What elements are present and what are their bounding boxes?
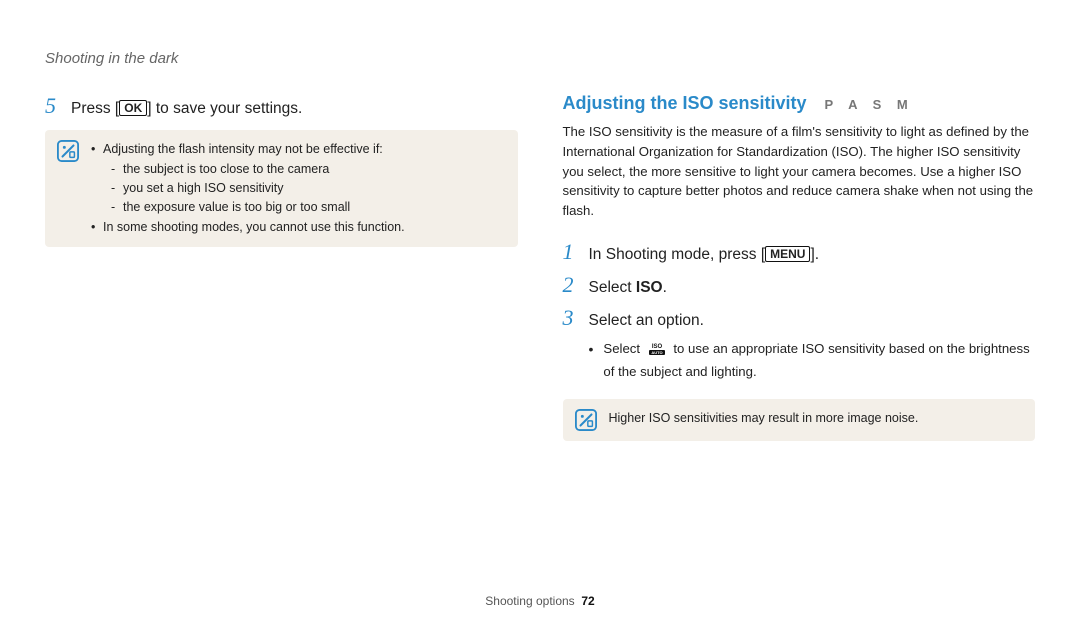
steps-list: 1 In Shooting mode, press [MENU]. 2 Sele… — [563, 239, 1036, 383]
note-content: Higher ISO sensitivities may result in m… — [609, 409, 919, 428]
mode-indicators: P A S M — [825, 97, 914, 112]
page-footer: Shooting options 72 — [0, 594, 1080, 608]
step-3-sub: • Select ISOAUTO to use an appropriate I… — [589, 339, 1036, 383]
step-1: 1 In Shooting mode, press [MENU]. — [563, 239, 1036, 266]
step-3: 3 Select an option. — [563, 305, 1036, 332]
text-post: ] to save your settings. — [147, 100, 302, 117]
text-pre: In Shooting mode, press [ — [589, 246, 766, 263]
sub-pre: Select — [603, 341, 643, 356]
breadcrumb: Shooting in the dark — [45, 50, 1035, 67]
step-number: 3 — [563, 305, 579, 331]
text-post: ]. — [810, 246, 819, 263]
note-text: Higher ISO sensitivities may result in m… — [609, 411, 919, 425]
intro-paragraph: The ISO sensitivity is the measure of a … — [563, 122, 1036, 221]
text-post: . — [663, 279, 667, 296]
menu-button-icon: MENU — [765, 246, 810, 262]
iso-label: ISO — [636, 279, 663, 296]
right-column: Adjusting the ISO sensitivity P A S M Th… — [563, 93, 1036, 441]
step-5: 5 Press [OK] to save your settings. — [45, 93, 518, 120]
step-number: 2 — [563, 272, 579, 298]
note-content: Adjusting the flash intensity may not be… — [91, 140, 405, 237]
step-number: 1 — [563, 239, 579, 265]
note-line-2: In some shooting modes, you cannot use t… — [91, 218, 405, 237]
sub-bullet-text: Select ISOAUTO to use an appropriate ISO… — [603, 339, 1035, 383]
note-icon — [575, 409, 597, 431]
text-pre: Press [ — [71, 100, 119, 117]
step-number: 5 — [45, 93, 61, 119]
note-line-1: Adjusting the flash intensity may not be… — [103, 142, 383, 156]
note-icon — [57, 140, 79, 162]
left-column: 5 Press [OK] to save your settings. Adju… — [45, 93, 518, 441]
step-text: In Shooting mode, press [MENU]. — [589, 243, 820, 266]
bullet-icon: • — [589, 339, 594, 383]
iso-auto-icon: ISOAUTO — [646, 342, 668, 362]
page-number: 72 — [581, 594, 594, 608]
manual-page: Shooting in the dark 5 Press [OK] to sav… — [0, 0, 1080, 630]
step-text: Press [OK] to save your settings. — [71, 97, 302, 120]
ok-button-icon: OK — [119, 100, 147, 116]
step-2: 2 Select ISO. — [563, 272, 1036, 299]
note-sub-1: the subject is too close to the camera — [111, 160, 405, 179]
footer-section: Shooting options — [485, 594, 574, 608]
section-heading: Adjusting the ISO sensitivity P A S M — [563, 93, 1036, 114]
step-text: Select an option. — [589, 309, 704, 332]
section-title: Adjusting the ISO sensitivity — [563, 93, 807, 114]
note-box-right: Higher ISO sensitivities may result in m… — [563, 399, 1036, 441]
step-text: Select ISO. — [589, 276, 667, 299]
note-box-left: Adjusting the flash intensity may not be… — [45, 130, 518, 247]
content-columns: 5 Press [OK] to save your settings. Adju… — [45, 93, 1035, 441]
svg-text:AUTO: AUTO — [651, 350, 662, 355]
note-sub-3: the exposure value is too big or too sma… — [111, 198, 405, 217]
note-sub-2: you set a high ISO sensitivity — [111, 179, 405, 198]
text-pre: Select — [589, 279, 636, 296]
